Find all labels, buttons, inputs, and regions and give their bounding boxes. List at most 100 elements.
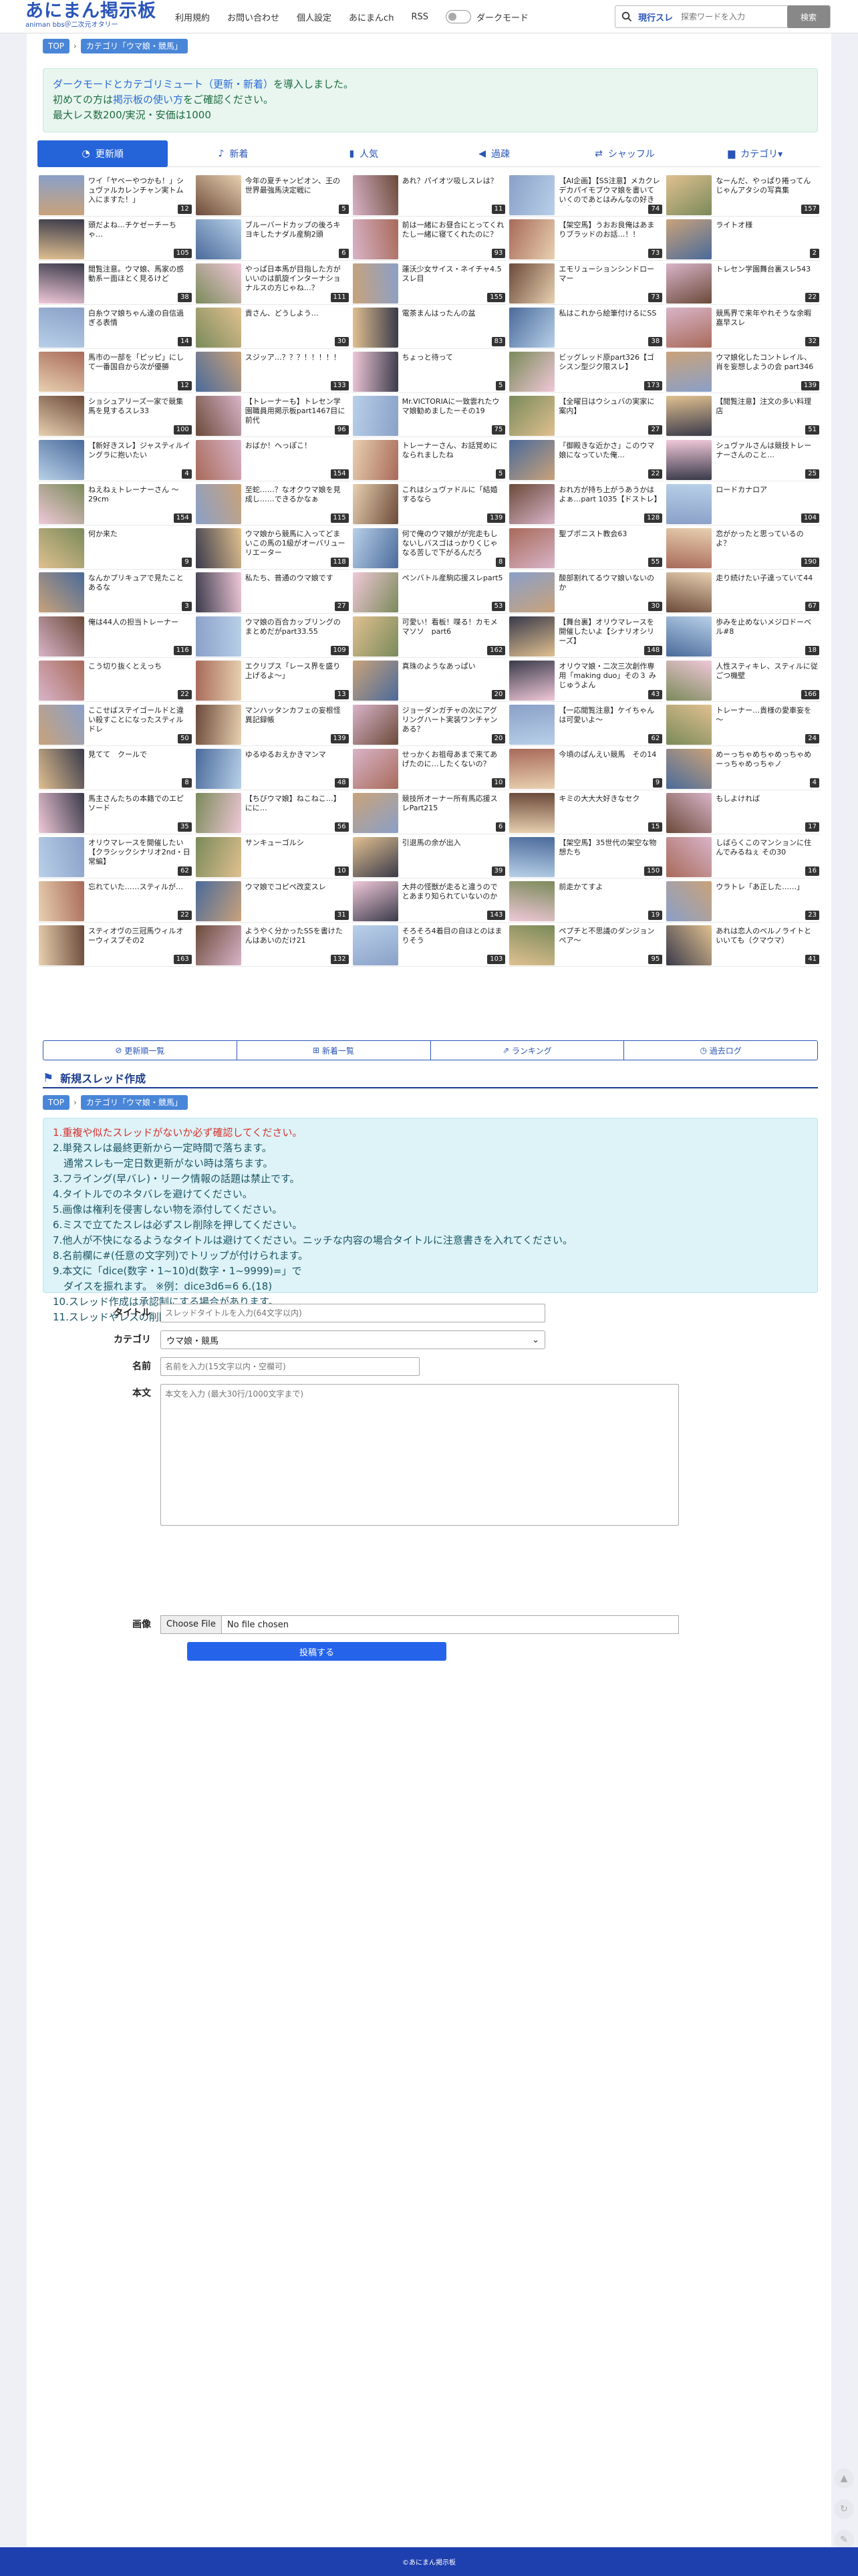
thread-title[interactable]: ウマ娘化したコントレイル、肖を妄想しようの会 part346 — [716, 353, 818, 372]
thread-title[interactable]: 人性スティキレ、スティルに従ごつ機壁 — [716, 662, 818, 681]
thread-item[interactable]: ウラトレ「あ正した……」 23 — [665, 880, 821, 923]
thread-title[interactable]: 今年の夏チャンピオン、王の世界最強馬決定戦に — [245, 177, 347, 195]
thread-title[interactable]: Mr.VICTORIAに一致雲れたウマ娘勧めましたーその19 — [402, 397, 505, 416]
thread-thumbnail[interactable] — [352, 175, 398, 215]
thread-item[interactable]: シュヴァルさんは競技トレーナーさんのこと… 25 — [665, 439, 821, 481]
thread-title[interactable]: 白糸ウマ娘ちゃん達の自信過ぎる表情 — [88, 309, 190, 328]
thread-item[interactable]: 人性スティキレ、スティルに従ごつ機壁 166 — [665, 659, 821, 702]
thread-thumbnail[interactable] — [666, 661, 712, 701]
thread-item[interactable]: 酸部割れてるウマ娘いないのか 30 — [508, 571, 664, 614]
thread-title[interactable]: キミの大大大好きなセク — [559, 794, 661, 804]
thread-item[interactable]: 可愛い！看板！喋る！カモメマソソ part6 162 — [351, 615, 507, 658]
thread-title[interactable]: やっぱ日本馬が目指した方がいいのは凱旋インターナショナルスの方じゃね…？ — [245, 265, 347, 293]
thread-thumbnail[interactable] — [39, 484, 84, 524]
search-button[interactable]: 検索 — [787, 5, 830, 28]
search-scope-select[interactable]: 現行スレ — [638, 11, 673, 23]
thread-item[interactable]: 蓮沃少女サイス・ネイチャ4.5スレ目 155 — [351, 262, 507, 305]
thread-thumbnail[interactable] — [509, 352, 555, 392]
thread-thumbnail[interactable] — [352, 263, 398, 304]
thread-title[interactable]: 【トレーナーも】トレセン学園職員用掲示板part1467目に前代 — [245, 397, 347, 425]
thread-item[interactable]: おばか！へっぽこ！ 154 — [194, 439, 350, 481]
thread-thumbnail[interactable] — [666, 616, 712, 657]
thread-title[interactable]: 【舞台裏】オリウマレースを開催したいよ【シナリオシリーズ】 — [559, 618, 661, 646]
thread-thumbnail[interactable] — [352, 308, 398, 348]
thread-item[interactable]: 【ちびウマ娘】ねこねこ…】にに… 56 — [194, 792, 350, 834]
thread-thumbnail[interactable] — [195, 440, 241, 480]
thread-thumbnail[interactable] — [352, 528, 398, 568]
thread-item[interactable]: ショシュアリーズ一家で競集馬を見するスレ33 100 — [37, 394, 193, 437]
thread-title[interactable]: ウマ娘の百合カップリングのまとめだがpart33.55 — [245, 618, 347, 636]
thread-title[interactable]: シュヴァルさんは競技トレーナーさんのこと… — [716, 441, 818, 460]
thread-title[interactable]: 走り続けたい子達っていて44 — [716, 574, 818, 583]
thread-item[interactable]: 引退馬の余が出入 39 — [351, 836, 507, 879]
thread-title[interactable]: 私たち、普通のウマ娘です — [245, 574, 347, 583]
thread-thumbnail[interactable] — [509, 705, 555, 745]
thread-title[interactable]: ペンバトル産駒応援スレpart5 — [402, 574, 505, 583]
thread-thumbnail[interactable] — [195, 837, 241, 877]
thread-title[interactable]: トレセン学園舞台裏スレ543 — [716, 265, 818, 274]
thread-title[interactable]: 【一応閲覧注意】ケイちゃんは可愛いよ～ — [559, 706, 661, 725]
tab-4[interactable]: ⇄ シャッフル — [559, 140, 690, 167]
thread-thumbnail[interactable] — [195, 484, 241, 524]
thread-thumbnail[interactable] — [195, 661, 241, 701]
thread-title[interactable]: 忘れていた……スティルが… — [88, 883, 190, 892]
thread-item[interactable]: ウマ娘の百合カップリングのまとめだがpart33.55 109 — [194, 615, 350, 658]
thread-title[interactable]: ゆるゆるおえかきマンマ — [245, 750, 347, 759]
thread-thumbnail[interactable] — [666, 881, 712, 921]
thread-title[interactable]: 可愛い！看板！喋る！カモメマソソ part6 — [402, 618, 505, 636]
thread-item[interactable]: めーっちゃめちゃめっちゃめーっちゃめっちゃノ 4 — [665, 747, 821, 790]
notice-darkmode-link[interactable]: ダークモードとカテゴリミュート（更新・新着） — [53, 78, 273, 90]
thread-title[interactable]: 歩みを止めないメジロドーベル#8 — [716, 618, 818, 636]
breadcrumb-category[interactable]: カテゴリ「ウマ娘・競馬」 — [80, 39, 188, 53]
thread-item[interactable]: 頭だよね…チケゼーチーちゃ… 105 — [37, 218, 193, 261]
thread-item[interactable]: 前走かてすよ 19 — [508, 880, 664, 923]
thread-title[interactable]: 【架空馬】うおお良俺はあまりブラッドのお話…！！ — [559, 221, 661, 239]
thread-thumbnail[interactable] — [666, 705, 712, 745]
thread-item[interactable]: ウマ娘から競馬に入ってどまいこの馬の1級がオーバリューリエーター 118 — [194, 527, 350, 570]
thread-thumbnail[interactable] — [195, 175, 241, 215]
thread-title[interactable]: 【全曜日はウシュバの実家に案内】 — [559, 397, 661, 416]
thread-thumbnail[interactable] — [39, 616, 84, 657]
thread-thumbnail[interactable] — [509, 219, 555, 259]
thread-item[interactable]: スティオヴの三冠馬ウィルオーウィスプその2 163 — [37, 924, 193, 967]
thread-title[interactable]: 【新好きスレ】ジャスティルイングラに抱いたい — [88, 441, 190, 460]
thread-item[interactable]: 馬市の一部を「ピッピ」にして一番国自から次が優勝 12 — [37, 350, 193, 393]
thread-item[interactable]: トレーナー…貴様の愛車妄を～ 24 — [665, 703, 821, 746]
thread-item[interactable]: 【トレーナーも】トレセン学園職員用掲示板part1467目に前代 96 — [194, 394, 350, 437]
thread-item[interactable]: 【新好きスレ】ジャスティルイングラに抱いたい 4 — [37, 439, 193, 481]
thread-item[interactable]: なんかプリキュアで見たことあるな 3 — [37, 571, 193, 614]
breadcrumb-top-2[interactable]: TOP — [43, 1095, 70, 1110]
thread-thumbnail[interactable] — [666, 308, 712, 348]
thread-item[interactable]: 【閲覧注意】注文の多い料理店 51 — [665, 394, 821, 437]
thread-item[interactable]: あれは恋人のベルノライトといいても（クマウマ） 41 — [665, 924, 821, 967]
thread-item[interactable]: オリウマ娘・二次三次創作専用「making duo」その３ みじゅうよん 43 — [508, 659, 664, 702]
thread-item[interactable]: やっぱ日本馬が目指した方がいいのは凱旋インターナショナルスの方じゃね…？ 111 — [194, 262, 350, 305]
breadcrumb-top[interactable]: TOP — [43, 39, 70, 53]
thread-item[interactable]: スジッア…？？？！！！！！ 133 — [194, 350, 350, 393]
thread-title[interactable]: おばか！へっぽこ！ — [245, 441, 347, 451]
thread-thumbnail[interactable] — [39, 263, 84, 304]
thread-item[interactable]: ビッグレッド原part326【ゴシスン型ジク限スレ】 173 — [508, 350, 664, 393]
thread-thumbnail[interactable] — [195, 616, 241, 657]
thread-item[interactable]: オリウマレースを開催したい【クラシックシナリオ2nd・日常編】 62 — [37, 836, 193, 879]
thread-item[interactable]: こう切り抜くとえっち 22 — [37, 659, 193, 702]
thread-thumbnail[interactable] — [509, 925, 555, 965]
thread-thumbnail[interactable] — [509, 616, 555, 657]
thread-item[interactable]: ちょっと待って 5 — [351, 350, 507, 393]
thread-item[interactable]: ウマ娘でコピペ改変スレ 31 — [194, 880, 350, 923]
thread-thumbnail[interactable] — [195, 572, 241, 612]
site-logo[interactable]: あにまん掲示板 animan bbs＠二次元オタリー — [25, 1, 166, 31]
dark-mode-toggle[interactable]: ダークモード — [445, 10, 529, 23]
thread-thumbnail[interactable] — [509, 837, 555, 877]
thread-thumbnail[interactable] — [39, 528, 84, 568]
thread-thumbnail[interactable] — [509, 881, 555, 921]
thread-item[interactable]: 【架空馬】35世代の架空な物想たち 150 — [508, 836, 664, 879]
thread-thumbnail[interactable] — [195, 925, 241, 965]
thread-title[interactable]: 聖ブポニスト教会63 — [559, 530, 661, 539]
thread-title[interactable]: オリウマレースを開催したい【クラシックシナリオ2nd・日常編】 — [88, 838, 190, 866]
thread-thumbnail[interactable] — [352, 749, 398, 789]
thread-item[interactable]: 何か来た 9 — [37, 527, 193, 570]
nav-settings-link[interactable]: 個人設定 — [297, 11, 331, 23]
thread-item[interactable]: 俺は44人の担当トレーナー 116 — [37, 615, 193, 658]
thread-item[interactable]: もしよければ 17 — [665, 792, 821, 834]
